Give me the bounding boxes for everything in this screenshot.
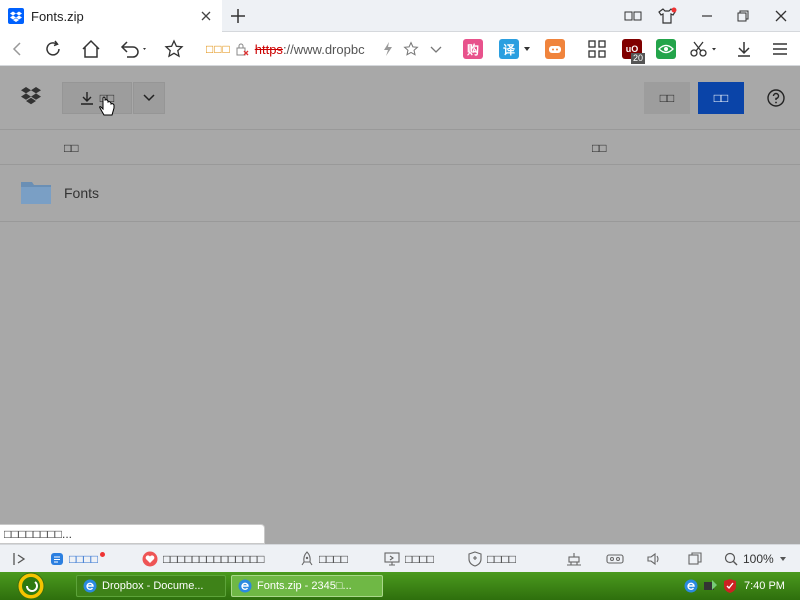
dropbox-icon: [8, 8, 24, 24]
statusbar-label-security: □□□□: [487, 552, 516, 566]
volume-icon[interactable]: [646, 545, 662, 573]
statusbar-item-security[interactable]: □□□□: [468, 545, 516, 573]
file-name: Fonts: [64, 185, 100, 201]
minimize-icon[interactable]: [694, 4, 720, 28]
download-button[interactable]: □□: [62, 82, 132, 114]
statusbar-label-screen: □□□□: [405, 552, 434, 566]
security-label: □□□: [206, 42, 231, 56]
news-icon: [51, 553, 63, 565]
heart-icon: [142, 551, 158, 567]
tab-fonts-zip[interactable]: Fonts.zip: [0, 0, 222, 32]
close-window-icon[interactable]: [768, 4, 794, 28]
notification-dot: [100, 551, 105, 557]
browser-statusbar: □□□□ □□□□□□□□□□□□□□ □□□□ □□□□ □□□□ 100%: [0, 544, 800, 572]
tray-shield-icon[interactable]: [722, 578, 738, 594]
menu-icon[interactable]: [768, 37, 792, 61]
bookmark-star-icon[interactable]: [162, 37, 186, 61]
favorite-star-icon[interactable]: [399, 37, 423, 61]
file-row[interactable]: Fonts: [0, 165, 800, 222]
secondary-action-button[interactable]: □□: [644, 82, 690, 114]
new-tab-icon[interactable]: [228, 6, 248, 26]
shirt-icon[interactable]: [654, 4, 680, 28]
column-header-modified[interactable]: □□: [592, 141, 607, 155]
network-icon[interactable]: [566, 545, 582, 573]
column-header-name[interactable]: □□: [64, 141, 79, 155]
rocket-icon: [301, 551, 313, 566]
statusbar-label-promo: □□□□□□□□□□□□□□: [163, 552, 265, 566]
statusbar-label-news: □□□□: [69, 552, 98, 566]
zoom-level: 100%: [743, 552, 774, 566]
taskbar-label-dropbox: Dropbox - Docume...: [102, 580, 204, 592]
apps-grid-icon[interactable]: [585, 37, 609, 61]
folder-icon: [21, 182, 51, 204]
home-icon[interactable]: [79, 37, 103, 61]
status-popup: □□□□□□□□...: [0, 524, 265, 544]
lightning-icon[interactable]: [376, 37, 400, 61]
statusbar-item-news[interactable]: □□□□: [50, 545, 105, 573]
os-taskbar: Dropbox - Docume... Fonts.zip - 2345□...…: [0, 572, 800, 600]
download-options-button[interactable]: [133, 82, 165, 114]
close-tab-icon[interactable]: [198, 8, 214, 24]
video-icon[interactable]: [606, 545, 624, 573]
refresh-icon[interactable]: [41, 37, 65, 61]
restore-icon[interactable]: [730, 4, 756, 28]
shield-icon: [468, 551, 482, 567]
statusbar-item-promo[interactable]: □□□□□□□□□□□□□□: [142, 545, 264, 573]
tray-network-icon[interactable]: [702, 578, 718, 594]
file-list-header: □□ □□: [0, 130, 800, 165]
eye-care-extension-icon[interactable]: [656, 39, 676, 59]
statusbar-item-speedup[interactable]: □□□□: [300, 545, 348, 573]
dropbox-page: □□ □□ □□ □□ □□ Fonts: [0, 66, 800, 544]
game-extension-icon[interactable]: [545, 39, 565, 59]
monitor-icon: [384, 552, 400, 566]
primary-action-button[interactable]: □□: [698, 82, 744, 114]
shopping-extension-label: 购: [466, 42, 479, 57]
url-text: https://www.dropbc: [254, 41, 365, 57]
window-copy-icon[interactable]: [688, 545, 702, 573]
address-dropdown-icon[interactable]: [424, 37, 448, 61]
tray-browser-icon[interactable]: [684, 579, 698, 593]
hand-cursor-icon: [99, 96, 115, 116]
start-button-icon[interactable]: [14, 572, 48, 600]
zoom-control[interactable]: 100%: [724, 545, 787, 573]
taskbar-item-dropbox[interactable]: Dropbox - Docume...: [76, 575, 226, 597]
translate-extension-icon[interactable]: 译: [499, 39, 519, 59]
ublock-count-badge: 20: [631, 53, 646, 64]
screenshot-scissors-icon[interactable]: [688, 37, 720, 61]
statusbar-label-speedup: □□□□: [319, 552, 348, 566]
tab-bar: Fonts.zip: [0, 0, 800, 32]
taskbar-item-fonts-zip[interactable]: Fonts.zip - 2345□...: [231, 575, 383, 597]
help-icon[interactable]: [766, 88, 786, 108]
tab-title: Fonts.zip: [31, 8, 84, 24]
statusbar-item-screen[interactable]: □□□□: [384, 545, 434, 573]
translate-extension-label: 译: [502, 42, 515, 57]
chevron-down-icon: [143, 94, 155, 102]
zoom-dropdown-icon: [779, 557, 786, 561]
taskbar-label-fonts-zip: Fonts.zip - 2345□...: [257, 580, 352, 592]
browser-e-icon: [83, 579, 97, 593]
download-arrow-icon: [80, 92, 93, 105]
shopping-extension-icon[interactable]: 购: [463, 39, 483, 59]
sidebar-icon[interactable]: [620, 4, 646, 28]
browser-e-icon: [238, 579, 252, 593]
sidebar-toggle-icon[interactable]: [12, 545, 28, 573]
back-icon[interactable]: [6, 37, 30, 61]
taskbar-clock: 7:40 PM: [744, 580, 785, 592]
download-icon[interactable]: [732, 37, 756, 61]
browser-toolbar: □□□ https://www.dropbc 购 译 uO 20: [0, 32, 800, 66]
magnifier-icon: [724, 552, 738, 566]
translate-dropdown-icon[interactable]: [523, 46, 531, 52]
dropbox-logo-icon[interactable]: [20, 86, 42, 106]
undo-close-tab-icon[interactable]: [117, 37, 151, 61]
page-header: □□ □□ □□: [0, 66, 800, 130]
insecure-lock-icon: [236, 43, 249, 56]
